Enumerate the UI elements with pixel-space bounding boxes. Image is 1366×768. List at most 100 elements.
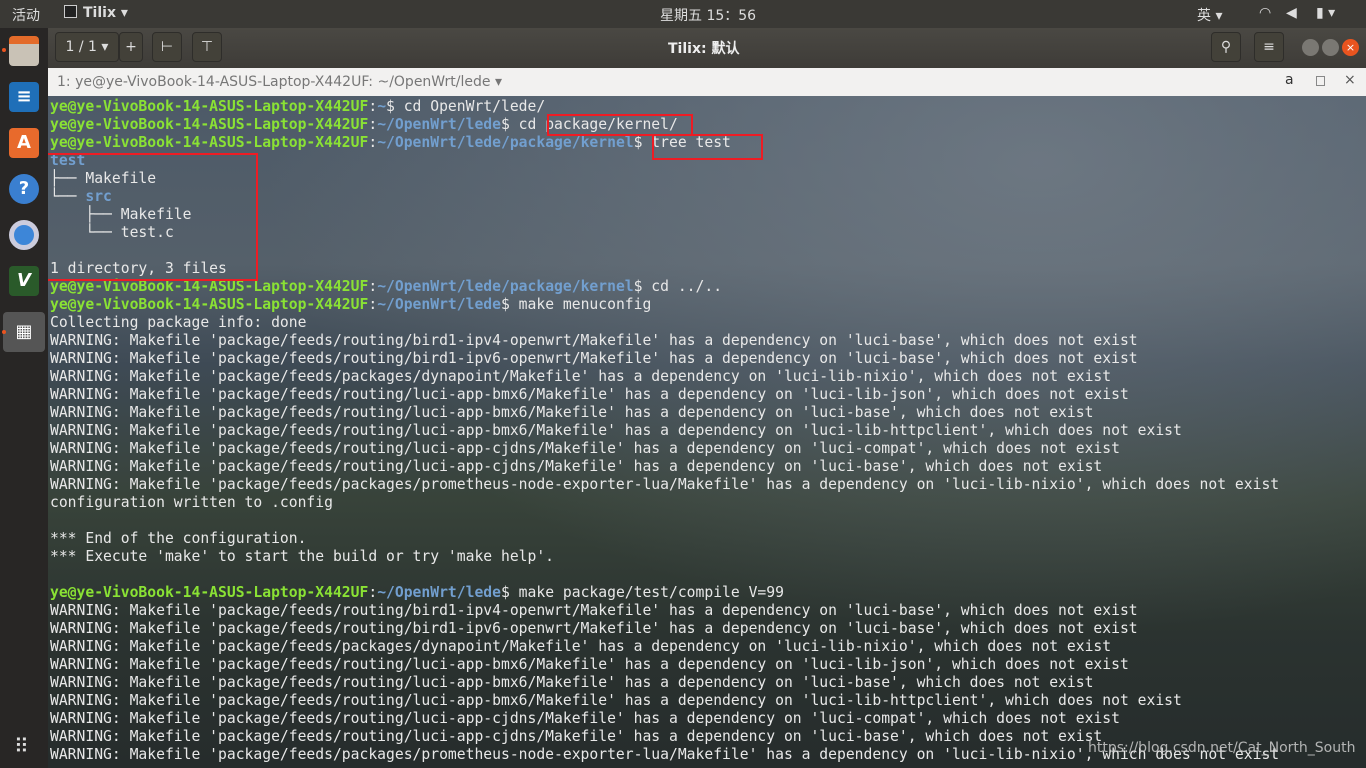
- app-grid-icon[interactable]: ⠿: [14, 734, 29, 758]
- help-icon[interactable]: ?: [9, 174, 39, 204]
- files-icon[interactable]: [9, 36, 39, 66]
- prompt-user: ye@ye-VivoBook-14-ASUS-Laptop-X442UF: [50, 134, 369, 151]
- prompt-user: ye@ye-VivoBook-14-ASUS-Laptop-X442UF: [50, 116, 369, 133]
- prompt-separator: :: [368, 584, 378, 601]
- prompt-separator: :: [368, 134, 378, 151]
- prompt-separator: :: [368, 116, 378, 133]
- terminal-title[interactable]: 1: ye@ye-VivoBook-14-ASUS-Laptop-X442UF:…: [57, 74, 502, 90]
- terminal-line: WARNING: Makefile 'package/feeds/routing…: [50, 674, 1279, 692]
- terminal-line: WARNING: Makefile 'package/feeds/routing…: [50, 332, 1279, 350]
- software-center-icon[interactable]: A: [9, 128, 39, 158]
- terminal-line: WARNING: Makefile 'package/feeds/routing…: [50, 350, 1279, 368]
- terminal-line: WARNING: Makefile 'package/feeds/package…: [50, 476, 1279, 494]
- search-button[interactable]: ⚲: [1211, 32, 1241, 62]
- highlight-box: [652, 134, 763, 160]
- output-text: WARNING: Makefile 'package/feeds/routing…: [50, 674, 1094, 691]
- output-text: WARNING: Makefile 'package/feeds/package…: [50, 638, 1112, 655]
- top-bar: 活动 Tilix ▾ 星期五 15：56 英 ▾ ◠ ◀ ▮ ▾: [0, 0, 1366, 28]
- terminal-line: WARNING: Makefile 'package/feeds/routing…: [50, 656, 1279, 674]
- vim-icon[interactable]: V: [9, 266, 39, 296]
- terminal-line: WARNING: Makefile 'package/feeds/package…: [50, 368, 1279, 386]
- maximize-terminal-button[interactable]: [1316, 76, 1325, 86]
- prompt-path: ~/OpenWrt/lede: [377, 584, 501, 601]
- terminal-line: WARNING: Makefile 'package/feeds/routing…: [50, 404, 1279, 422]
- clock[interactable]: 星期五 15：56: [660, 5, 756, 25]
- add-session-button[interactable]: +: [119, 32, 143, 62]
- prompt-path: ~/OpenWrt/lede: [377, 116, 501, 133]
- running-indicator: [2, 48, 6, 52]
- search-icon: ⚲: [1220, 39, 1232, 55]
- running-indicator: [2, 330, 6, 334]
- prompt-user: ye@ye-VivoBook-14-ASUS-Laptop-X442UF: [50, 296, 369, 313]
- session-selector[interactable]: 1 / 1 ▾: [55, 32, 119, 62]
- minimize-button[interactable]: [1302, 39, 1319, 56]
- output-text: WARNING: Makefile 'package/feeds/routing…: [50, 386, 1129, 403]
- output-text: WARNING: Makefile 'package/feeds/routing…: [50, 422, 1182, 439]
- terminal-line: WARNING: Makefile 'package/feeds/package…: [50, 638, 1279, 656]
- output-text: WARNING: Makefile 'package/feeds/package…: [50, 368, 1112, 385]
- output-text: Collecting package info: done: [50, 314, 307, 331]
- prompt-path: ~/OpenWrt/lede: [377, 296, 501, 313]
- maximize-button[interactable]: [1322, 39, 1339, 56]
- prompt-user: ye@ye-VivoBook-14-ASUS-Laptop-X442UF: [50, 98, 369, 115]
- prompt-path: ~: [377, 98, 387, 115]
- read-only-icon[interactable]: a: [1285, 72, 1294, 88]
- terminal-line: ye@ye-VivoBook-14-ASUS-Laptop-X442UF:~/O…: [50, 584, 1279, 602]
- input-method[interactable]: 英 ▾: [1197, 5, 1222, 25]
- output-text: WARNING: Makefile 'package/feeds/routing…: [50, 620, 1138, 637]
- chromium-icon[interactable]: [9, 220, 39, 250]
- prompt-symbol: $: [500, 584, 510, 601]
- output-text: WARNING: Makefile 'package/feeds/routing…: [50, 692, 1182, 709]
- terminal-line: configuration written to .config: [50, 494, 1279, 512]
- output-text: *** Execute 'make' to start the build or…: [50, 548, 555, 565]
- prompt-separator: :: [368, 296, 378, 313]
- terminal-line: *** Execute 'make' to start the build or…: [50, 548, 1279, 566]
- prompt-separator: :: [368, 278, 378, 295]
- app-menu[interactable]: Tilix ▾: [64, 5, 128, 21]
- terminal-line: WARNING: Makefile 'package/feeds/routing…: [50, 386, 1279, 404]
- volume-muted-icon[interactable]: ◀: [1286, 5, 1297, 21]
- close-terminal-button[interactable]: ×: [1344, 72, 1356, 88]
- wifi-icon[interactable]: ◠: [1259, 5, 1271, 21]
- prompt-symbol: $: [500, 116, 510, 133]
- output-text: WARNING: Makefile 'package/feeds/routing…: [50, 710, 1120, 727]
- menu-button[interactable]: ≡: [1254, 32, 1284, 62]
- terminal-line: WARNING: Makefile 'package/feeds/routing…: [50, 602, 1279, 620]
- command: cd OpenWrt/lede/: [394, 98, 546, 115]
- terminal-line: WARNING: Makefile 'package/feeds/routing…: [50, 710, 1279, 728]
- output-text: WARNING: Makefile 'package/feeds/routing…: [50, 332, 1138, 349]
- prompt-separator: :: [368, 98, 378, 115]
- output-text: WARNING: Makefile 'package/feeds/routing…: [50, 458, 1103, 475]
- dock: ≡ A ? V ▦ ⠿: [0, 28, 48, 768]
- writer-icon[interactable]: ≡: [9, 82, 39, 112]
- output-text: WARNING: Makefile 'package/feeds/routing…: [50, 602, 1138, 619]
- watermark: https://blog.csdn.net/Cat_North_South: [1088, 740, 1356, 756]
- prompt-path: ~/OpenWrt/lede/package/kernel: [377, 134, 634, 151]
- prompt-symbol: $: [500, 296, 510, 313]
- close-button[interactable]: ×: [1342, 39, 1359, 56]
- output-text: WARNING: Makefile 'package/feeds/routing…: [50, 656, 1129, 673]
- output-text: WARNING: Makefile 'package/feeds/routing…: [50, 440, 1120, 457]
- command: cd ../..: [642, 278, 723, 295]
- output-text: *** End of the configuration.: [50, 530, 307, 547]
- title-bar: 1 / 1 ▾ + ⊢ ⊤ Tilix: 默认 ⚲ ≡ ×: [48, 28, 1366, 68]
- command: make package/test/compile V=99: [509, 584, 784, 601]
- activities-button[interactable]: 活动: [12, 5, 40, 25]
- terminal-line: WARNING: Makefile 'package/feeds/routing…: [50, 620, 1279, 638]
- output-text: WARNING: Makefile 'package/feeds/routing…: [50, 404, 1094, 421]
- prompt-path: ~/OpenWrt/lede/package/kernel: [377, 278, 634, 295]
- output-text: WARNING: Makefile 'package/feeds/routing…: [50, 350, 1138, 367]
- tilix-icon[interactable]: ▦: [3, 312, 45, 352]
- terminal[interactable]: ye@ye-VivoBook-14-ASUS-Laptop-X442UF:~$ …: [48, 96, 1366, 768]
- split-horizontal-button[interactable]: ⊤: [192, 32, 222, 62]
- terminal-line: WARNING: Makefile 'package/feeds/routing…: [50, 692, 1279, 710]
- terminal-line: ye@ye-VivoBook-14-ASUS-Laptop-X442UF:~/O…: [50, 296, 1279, 314]
- split-vertical-button[interactable]: ⊢: [152, 32, 182, 62]
- battery-icon[interactable]: ▮ ▾: [1316, 5, 1335, 21]
- terminal-line: WARNING: Makefile 'package/feeds/routing…: [50, 458, 1279, 476]
- prompt-user: ye@ye-VivoBook-14-ASUS-Laptop-X442UF: [50, 584, 369, 601]
- output-text: WARNING: Makefile 'package/feeds/routing…: [50, 728, 1103, 745]
- output-text: configuration written to .config: [50, 494, 333, 511]
